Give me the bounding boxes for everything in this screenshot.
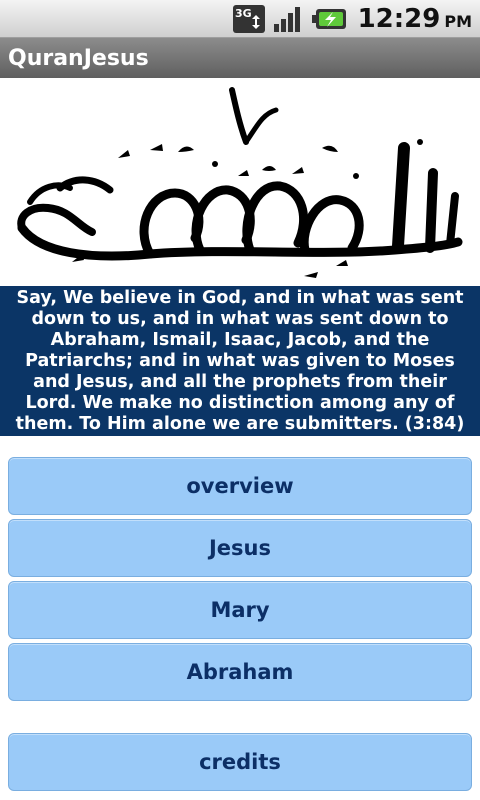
app-title: QuranJesus <box>8 45 149 71</box>
abraham-button[interactable]: Abraham <box>8 643 472 701</box>
verse-text: Say, We believe in God, and in what was … <box>0 286 480 436</box>
arabic-calligraphy-alhamd-image <box>0 78 480 286</box>
clock-ampm: PM <box>444 11 472 31</box>
mary-button[interactable]: Mary <box>8 581 472 639</box>
status-bar: 3G 12:29 PM <box>0 0 480 38</box>
signal-strength-icon <box>272 4 306 34</box>
jesus-button[interactable]: Jesus <box>8 519 472 577</box>
overview-button[interactable]: overview <box>8 457 472 515</box>
3g-data-icon: 3G <box>232 4 266 34</box>
battery-charging-icon <box>311 6 348 32</box>
clock-time: 12:29 <box>357 3 441 34</box>
svg-text:3G: 3G <box>235 7 252 20</box>
clock: 12:29 PM <box>358 4 472 34</box>
app-title-bar: QuranJesus <box>0 38 480 78</box>
credits-button[interactable]: credits <box>8 733 472 791</box>
